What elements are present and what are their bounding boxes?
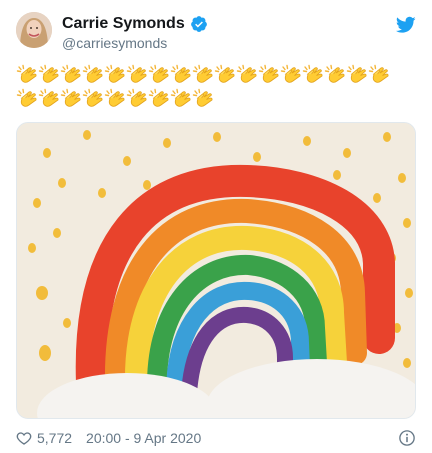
clapping-hands-icon: [368, 64, 390, 86]
verified-badge-icon: [190, 15, 208, 33]
author-display-name[interactable]: Carrie Symonds: [62, 14, 185, 34]
info-icon[interactable]: [398, 429, 416, 447]
clapping-hands-icon: [60, 64, 82, 86]
clapping-hands-icon: [236, 64, 258, 86]
like-button[interactable]: 5,772: [16, 430, 72, 446]
clapping-hands-icon: [82, 64, 104, 86]
clapping-hands-icon: [148, 64, 170, 86]
clapping-hands-icon: [38, 64, 60, 86]
clapping-hands-icon: [258, 64, 280, 86]
clapping-hands-icon: [126, 64, 148, 86]
tweet-photo[interactable]: [16, 122, 416, 419]
clapping-hands-icon: [126, 88, 148, 110]
emoji-row: [16, 64, 416, 86]
clapping-hands-icon: [38, 88, 60, 110]
clapping-hands-icon: [148, 88, 170, 110]
clapping-hands-icon: [104, 64, 126, 86]
author-names: Carrie Symonds @carriesymonds: [62, 14, 208, 51]
clapping-hands-icon: [346, 64, 368, 86]
clapping-hands-icon: [104, 88, 126, 110]
clapping-hands-icon: [324, 64, 346, 86]
clapping-hands-icon: [16, 88, 38, 110]
clapping-hands-icon: [170, 64, 192, 86]
clapping-hands-icon: [60, 88, 82, 110]
clapping-hands-icon: [16, 64, 38, 86]
avatar[interactable]: [16, 12, 52, 48]
clapping-hands-icon: [192, 88, 214, 110]
heart-icon: [16, 430, 32, 446]
clapping-hands-icon: [170, 88, 192, 110]
author-handle[interactable]: @carriesymonds: [62, 35, 208, 51]
clapping-hands-icon: [280, 64, 302, 86]
clapping-hands-icon: [192, 64, 214, 86]
like-count: 5,772: [37, 430, 73, 446]
clapping-hands-icon: [214, 64, 236, 86]
rainbow-drawing-icon: [17, 123, 415, 418]
tweet-header: Carrie Symonds @carriesymonds: [16, 12, 416, 56]
tweet-text: [16, 64, 416, 112]
clapping-hands-icon: [82, 88, 104, 110]
tweet-card: Carrie Symonds @carriesymonds 5,772 20:0…: [0, 0, 432, 453]
tweet-footer: 5,772 20:00 - 9 Apr 2020: [16, 428, 416, 448]
clapping-hands-icon: [302, 64, 324, 86]
emoji-row: [16, 88, 416, 110]
twitter-logo-icon[interactable]: [395, 16, 416, 34]
tweet-timestamp[interactable]: 20:00 - 9 Apr 2020: [86, 430, 201, 446]
